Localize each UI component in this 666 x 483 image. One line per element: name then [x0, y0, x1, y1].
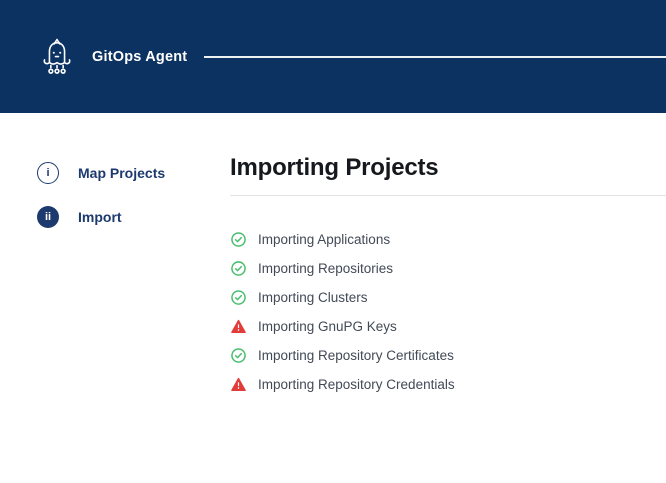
import-status-row: Importing Clusters [231, 283, 666, 312]
gitops-agent-wizard: GitOps Agent i Map Projects ii Import Im… [0, 0, 666, 483]
app-title: GitOps Agent [92, 49, 187, 65]
title-divider [230, 195, 666, 196]
header-rule [204, 56, 666, 58]
step-label: Map Projects [78, 165, 165, 181]
import-status-row: Importing Repository Certificates [231, 341, 666, 370]
import-status-list: Importing Applications Importing Reposit… [230, 225, 666, 399]
check-circle-icon [231, 348, 246, 363]
step-number-badge: ii [37, 206, 59, 228]
warning-triangle-icon [231, 319, 246, 334]
import-status-row: Importing Repository Credentials [231, 370, 666, 399]
octopus-logo-icon [40, 35, 74, 79]
import-status-label: Importing Repository Credentials [258, 377, 455, 392]
check-circle-icon [231, 232, 246, 247]
import-status-label: Importing GnuPG Keys [258, 319, 397, 334]
wizard-steps: i Map Projects ii Import [37, 162, 165, 250]
check-circle-icon [231, 290, 246, 305]
app-header: GitOps Agent [0, 0, 666, 113]
import-status-label: Importing Repository Certificates [258, 348, 454, 363]
wizard-step[interactable]: i Map Projects [37, 162, 165, 184]
page-title: Importing Projects [230, 153, 666, 183]
wizard-step[interactable]: ii Import [37, 206, 165, 228]
warning-triangle-icon [231, 377, 246, 392]
check-circle-icon [231, 261, 246, 276]
import-status-row: Importing GnuPG Keys [231, 312, 666, 341]
step-label: Import [78, 209, 122, 225]
import-status-row: Importing Applications [231, 225, 666, 254]
import-status-label: Importing Repositories [258, 261, 393, 276]
main-content: Importing Projects Importing Application… [230, 153, 666, 399]
import-status-label: Importing Clusters [258, 290, 368, 305]
import-status-row: Importing Repositories [231, 254, 666, 283]
import-status-label: Importing Applications [258, 232, 390, 247]
step-number-badge: i [37, 162, 59, 184]
